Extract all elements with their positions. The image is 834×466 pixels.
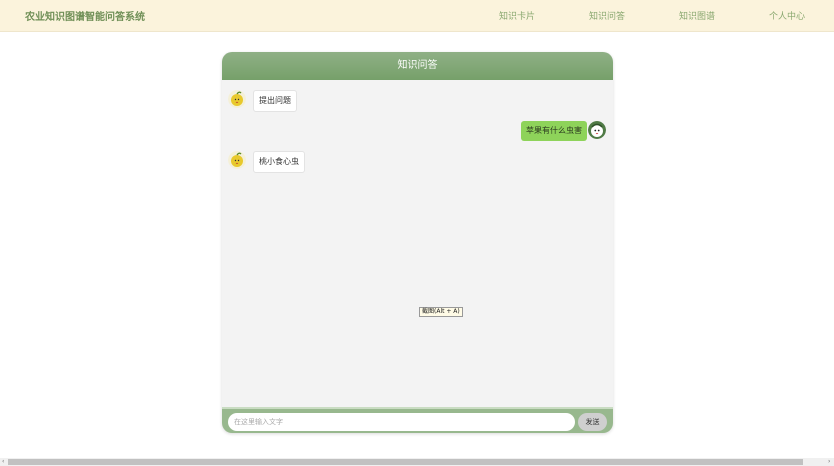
nav-knowledge-qa[interactable]: 知识问答 (589, 9, 625, 22)
scroll-left-arrow-icon[interactable]: ‹ (2, 458, 4, 466)
scrollbar-thumb[interactable] (8, 459, 803, 465)
bot-avatar-icon (228, 90, 246, 108)
chat-window: 知识问答 提出问题 苹果有什么虫害 桃小食心虫 发送 (222, 52, 613, 433)
user-message: 苹果有什么虫害 (521, 121, 587, 141)
top-nav-bar: 农业知识图谱智能问答系统 知识卡片 知识问答 知识图谱 个人中心 (0, 0, 834, 32)
bot-message: 桃小食心虫 (253, 151, 305, 173)
message-input[interactable] (228, 413, 575, 431)
bot-message: 提出问题 (253, 90, 297, 112)
scroll-right-arrow-icon[interactable]: › (828, 458, 830, 466)
screenshot-tooltip: 截图(Alt + A) (419, 307, 463, 317)
nav-knowledge-cards[interactable]: 知识卡片 (499, 9, 535, 22)
chat-title: 知识问答 (222, 52, 613, 80)
user-avatar-icon (588, 121, 606, 139)
nav-personal-center[interactable]: 个人中心 (769, 9, 805, 22)
app-title: 农业知识图谱智能问答系统 (25, 12, 145, 23)
horizontal-scrollbar[interactable]: ‹ › (0, 458, 834, 466)
nav-knowledge-graph[interactable]: 知识图谱 (679, 9, 715, 22)
bot-avatar-icon (228, 151, 246, 169)
chat-input-bar: 发送 (222, 407, 613, 433)
send-button[interactable]: 发送 (578, 413, 607, 431)
